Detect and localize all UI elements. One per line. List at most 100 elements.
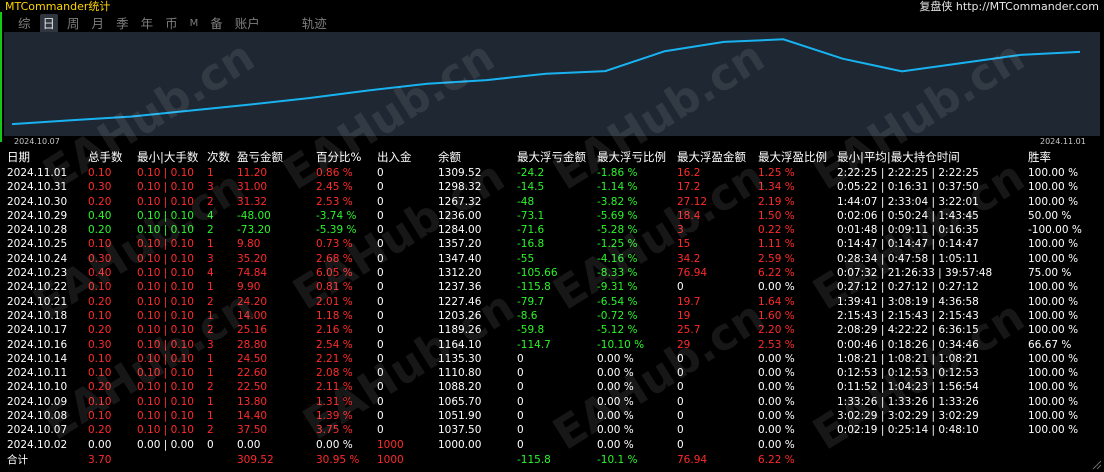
cell-max-loss: -55: [517, 252, 535, 265]
table-row[interactable]: 2024.10.16 0.30 0.10 | 0.10 3 28.80 2.54 % 0 11…: [0, 338, 1104, 352]
table-row[interactable]: 2024.10.02 0.00 0.00 | 0.00 0 0.00 0.00 % 1000…: [0, 438, 1104, 452]
cell-max-gain: 3: [677, 224, 684, 237]
cell-pct: -5.39 %: [316, 224, 357, 237]
cell-flow: 0: [377, 281, 384, 294]
cell-minmax: 0.10 | 0.10: [137, 352, 194, 365]
cell-flow: 0: [377, 252, 384, 265]
column-header[interactable]: 胜率: [1028, 150, 1051, 165]
cell-lots: 0.00: [88, 438, 112, 451]
cell-flow: 0: [377, 324, 384, 337]
cell-max-gain-pct: 2.59 %: [758, 252, 795, 265]
cell-max-gain: 0: [677, 438, 684, 451]
tab-8[interactable]: 备: [207, 14, 226, 34]
cell-pct: 1.18 %: [316, 309, 353, 322]
column-header[interactable]: 最大浮盈比例: [758, 150, 827, 165]
table-row[interactable]: 2024.10.14 0.10 0.10 | 0.10 1 24.50 2.21 % 0 11…: [0, 352, 1104, 366]
table-row[interactable]: 2024.10.22 0.10 0.10 | 0.10 1 9.90 0.81 % 0 123…: [0, 280, 1104, 294]
tab-5[interactable]: 年: [138, 14, 157, 34]
cell-max-gain-pct: 2.19 %: [758, 195, 795, 208]
brand-link[interactable]: 复盘侠 http://MTCommander.com: [919, 0, 1099, 13]
column-header[interactable]: 出入金: [377, 150, 412, 165]
cell-pnl: -48.00: [237, 209, 271, 222]
cell-minmax: 0.10 | 0.10: [137, 381, 194, 394]
cell-max-loss-pct: -9.31 %: [597, 281, 638, 294]
column-header[interactable]: 日期: [7, 150, 30, 165]
cell-hold: 3:02:29 | 3:02:29 | 3:02:29: [837, 410, 979, 423]
cell-hold: 2:22:25 | 2:22:25 | 2:22:25: [837, 167, 979, 179]
table-row[interactable]: 2024.10.24 0.30 0.10 | 0.10 3 35.20 2.68 % 0 13…: [0, 252, 1104, 266]
cell-max-gain-pct: 2.20 %: [758, 324, 795, 337]
cell-hold: 0:12:53 | 0:12:53 | 0:12:53: [837, 367, 979, 380]
table-row[interactable]: 2024.10.17 0.20 0.10 | 0.10 2 25.16 2.16 % 0 11…: [0, 323, 1104, 337]
cell-hold: 0:11:52 | 1:04:23 | 1:56:54: [837, 381, 979, 394]
cell-minmax: 0.10 | 0.10: [137, 209, 194, 222]
column-header[interactable]: 百分比%: [316, 150, 361, 165]
cell-count: 2: [207, 424, 214, 437]
cell-win: 100.00 %: [1028, 281, 1079, 294]
column-header[interactable]: 最大浮亏金额: [517, 150, 586, 165]
tab-6[interactable]: 币: [162, 14, 181, 34]
table-row[interactable]: 2024.10.08 0.10 0.10 | 0.10 1 14.40 1.39 % 0 10…: [0, 409, 1104, 423]
cell-max-loss-pct: -0.72 %: [597, 309, 638, 322]
table-row[interactable]: 2024.10.09 0.10 0.10 | 0.10 1 13.80 1.31 % 0 10…: [0, 395, 1104, 409]
cell-max-gain: 27.12: [677, 195, 708, 208]
cell-win: 50.00 %: [1028, 209, 1072, 222]
cell-max-gain: 0: [677, 410, 684, 423]
table-row[interactable]: 2024.10.23 0.40 0.10 | 0.10 4 74.84 6.05 % 0 13…: [0, 266, 1104, 280]
table-row[interactable]: 2024.11.01 0.10 0.10 | 0.10 1 11.20 0.86 % 0 13…: [0, 166, 1104, 180]
tab-4[interactable]: 季: [113, 14, 132, 34]
cell-pct: 0.86 %: [316, 167, 353, 179]
tab-3[interactable]: 月: [89, 14, 108, 34]
cell-count: 1: [207, 352, 214, 365]
cell-lots: 0.30: [88, 181, 112, 194]
cell-pnl: 35.20: [237, 252, 268, 265]
cell-flow: 0: [377, 295, 384, 308]
tab-0[interactable]: 综: [15, 14, 34, 34]
column-header[interactable]: 最大浮亏比例: [597, 150, 666, 165]
cell-hold: 0:02:19 | 0:25:14 | 0:48:10: [837, 424, 979, 437]
cell-hold: 1:08:21 | 1:08:21 | 1:08:21: [837, 352, 979, 365]
cell-count: 3: [207, 252, 214, 265]
cell-count: 1: [207, 281, 214, 294]
cell-flow: 0: [377, 352, 384, 365]
cell-date: 2024.10.21: [7, 295, 68, 308]
table-row[interactable]: 2024.10.11 0.10 0.10 | 0.10 1 22.60 2.08 % 0 11…: [0, 366, 1104, 380]
table-row[interactable]: 2024.10.10 0.20 0.10 | 0.10 2 22.50 2.11 % 0 10…: [0, 380, 1104, 394]
column-header[interactable]: 余额: [438, 150, 461, 165]
cell-pct: 2.68 %: [316, 252, 353, 265]
table-row[interactable]: 2024.10.28 0.20 0.10 | 0.10 2 -73.20 -5.39 % 0…: [0, 223, 1104, 237]
cell-max-loss: 0: [517, 367, 524, 380]
cell-max-loss-pct: -5.28 %: [597, 224, 638, 237]
column-header[interactable]: 盈亏金额: [237, 150, 283, 165]
resize-grip-icon[interactable]: [1092, 460, 1102, 470]
cell-hold: 0:02:06 | 0:50:24 | 1:43:45: [837, 209, 979, 222]
tab-2[interactable]: 周: [64, 14, 83, 34]
cell-date: 2024.10.23: [7, 267, 68, 280]
cell-minmax: 0.10 | 0.10: [137, 281, 194, 294]
column-header[interactable]: 最小|平均|最大持仓时间: [837, 150, 960, 165]
column-header[interactable]: 最大浮盈金额: [677, 150, 746, 165]
tab-10[interactable]: 轨迹: [299, 14, 330, 34]
tab-1[interactable]: 日: [39, 14, 59, 34]
column-header[interactable]: 总手数: [88, 150, 123, 165]
table-row[interactable]: 2024.10.21 0.20 0.10 | 0.10 2 24.20 2.01 % 0 12…: [0, 295, 1104, 309]
table-row[interactable]: 2024.10.07 0.20 0.10 | 0.10 2 37.50 3.75 % 0 10…: [0, 423, 1104, 437]
column-header[interactable]: 最小|大手数: [137, 150, 198, 165]
table-row[interactable]: 2024.10.18 0.10 0.10 | 0.10 1 14.00 1.18 % 0 12…: [0, 309, 1104, 323]
column-header[interactable]: 次数: [207, 150, 230, 165]
table-row[interactable]: 2024.10.31 0.30 0.10 | 0.10 3 31.00 2.45 % 0 12…: [0, 180, 1104, 194]
cell-pnl: 11.20: [237, 167, 268, 179]
summary-flow: 1000: [377, 453, 404, 466]
cell-max-gain-pct: 0.22 %: [758, 224, 795, 237]
cell-max-gain: 0: [677, 281, 684, 294]
tab-7[interactable]: M: [187, 14, 202, 34]
cell-count: 3: [207, 181, 214, 194]
table-row[interactable]: 2024.10.25 0.10 0.10 | 0.10 1 9.80 0.73 % 0 135…: [0, 237, 1104, 251]
tab-9[interactable]: 账户: [232, 14, 263, 34]
table-row[interactable]: 2024.10.29 0.40 0.10 | 0.10 4 -48.00 -3.74 % 0…: [0, 209, 1104, 223]
cell-lots: 0.10: [88, 367, 112, 380]
table-row[interactable]: 2024.10.30 0.20 0.10 | 0.10 2 31.32 2.53 % 0 12…: [0, 195, 1104, 209]
balance-line-chart: [11, 38, 1081, 126]
cell-lots: 0.40: [88, 267, 112, 280]
cell-lots: 0.20: [88, 195, 112, 208]
